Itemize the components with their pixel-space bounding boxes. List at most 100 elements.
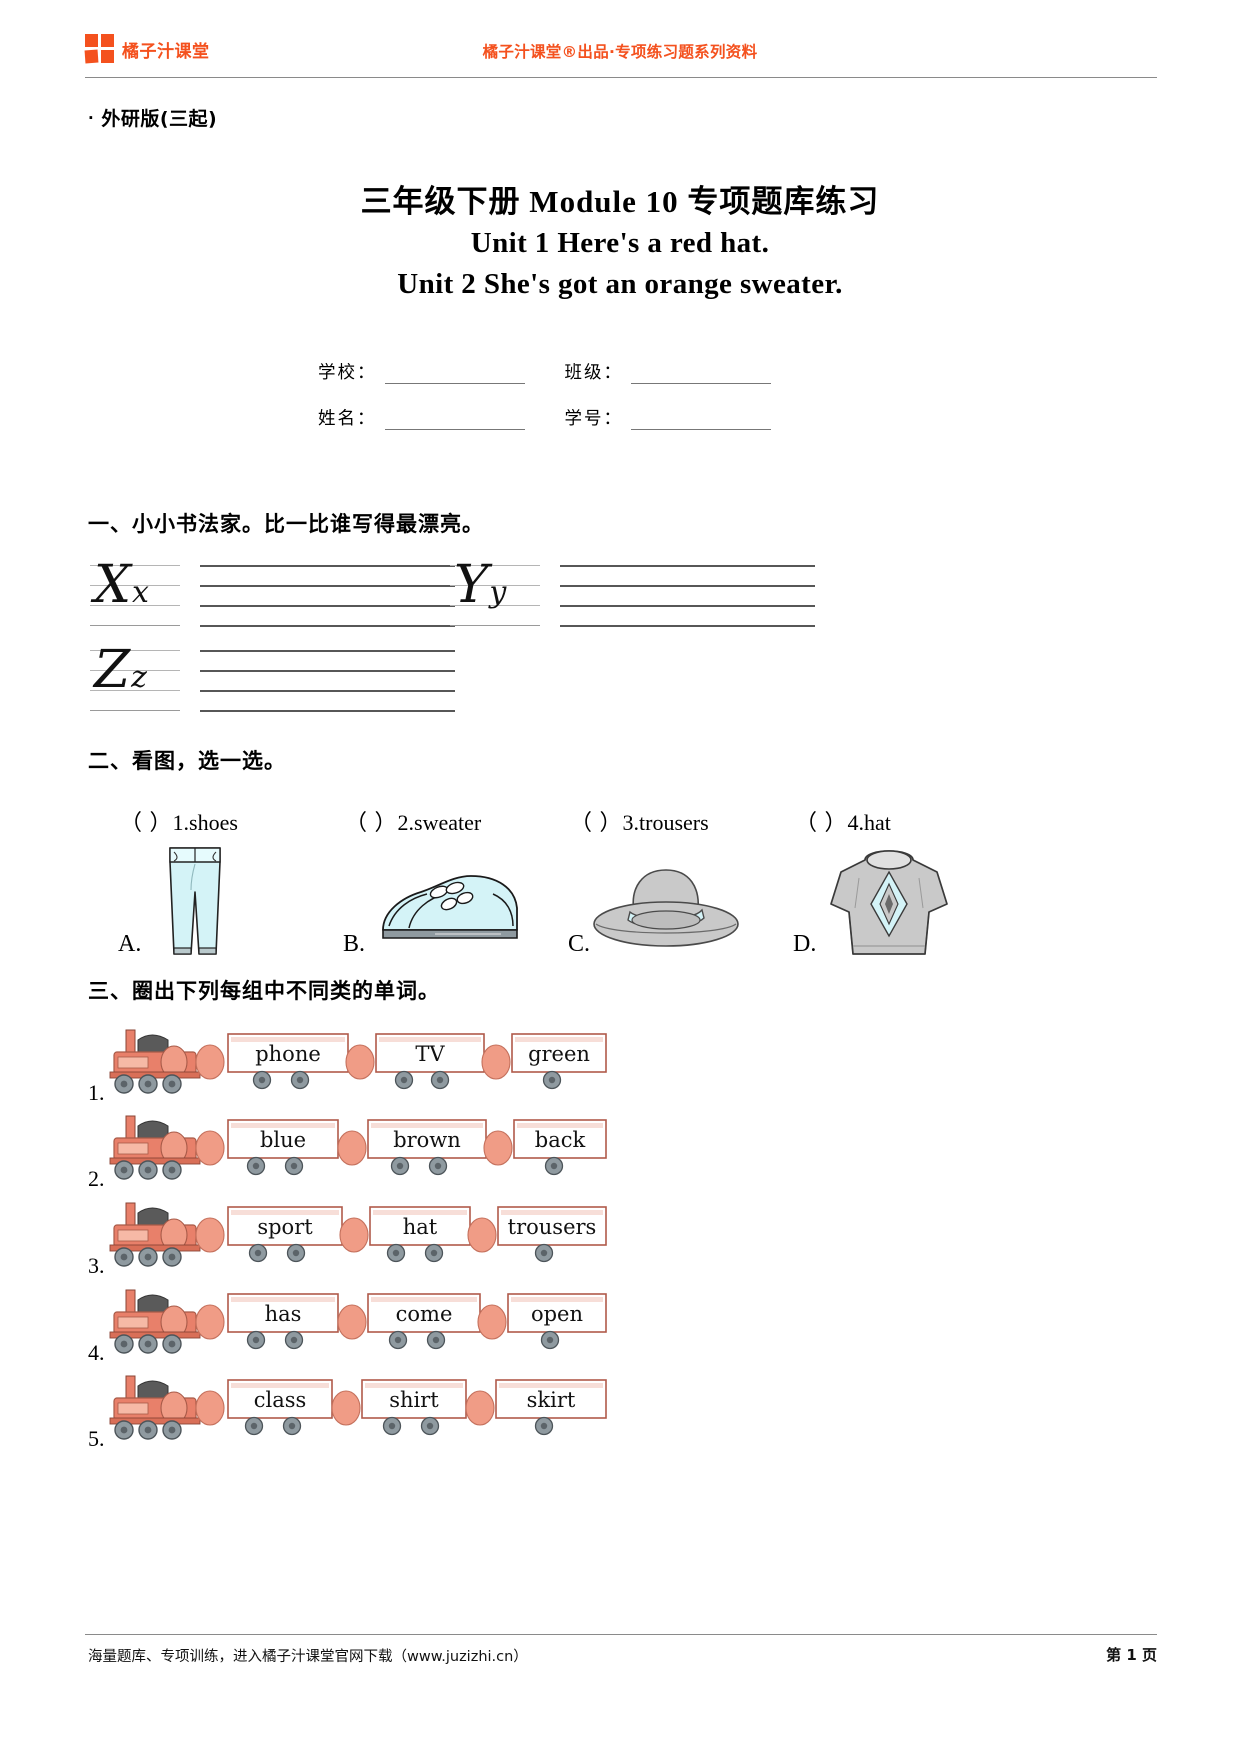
question-number: 4. bbox=[847, 810, 865, 835]
handwriting-guide-y: Yy bbox=[450, 559, 540, 627]
info-row-name-id: 姓名： 学号： bbox=[318, 404, 938, 430]
train-word: hat bbox=[403, 1215, 438, 1239]
question-number: 3. bbox=[622, 810, 640, 835]
page-title: 三年级下册 Module 10 专项题库练习 Unit 1 Here's a r… bbox=[0, 182, 1240, 305]
info-row-school-class: 学校： 班级： bbox=[318, 358, 938, 384]
train-row: 4. has come open bbox=[88, 1282, 648, 1368]
title-line-2: Unit 1 Here's a red hat. bbox=[470, 226, 770, 259]
edition-label: · 外研版(三起) bbox=[88, 104, 217, 131]
section-3-heading: 三、圈出下列每组中不同类的单词。 bbox=[88, 979, 440, 1003]
train-word: TV bbox=[415, 1042, 445, 1066]
answer-blank[interactable]: （ ） bbox=[345, 810, 398, 835]
train-icon: has come open bbox=[109, 1289, 607, 1354]
title-line-3: Unit 2 She's got an orange sweater. bbox=[397, 268, 843, 301]
train-word: open bbox=[531, 1302, 583, 1326]
bullet-icon: · bbox=[88, 109, 95, 127]
picture-label-b: B. bbox=[343, 931, 366, 957]
question-item[interactable]: （ ）2.sweater bbox=[345, 805, 570, 837]
letter-glyph-z: Zz bbox=[94, 640, 148, 700]
class-input[interactable] bbox=[631, 364, 771, 384]
question-item[interactable]: （ ）4.hat bbox=[795, 805, 1020, 837]
locomotive bbox=[109, 1115, 225, 1180]
answer-blank[interactable]: （ ） bbox=[120, 810, 173, 835]
locomotive bbox=[109, 1289, 225, 1354]
train-row-number: 3. bbox=[88, 1253, 105, 1278]
locomotive bbox=[109, 1375, 225, 1440]
locomotive bbox=[109, 1029, 225, 1094]
school-input[interactable] bbox=[384, 364, 525, 384]
sweater-icon bbox=[830, 850, 948, 955]
section-2-question-row: （ ）1.shoes （ ）2.sweater （ ）3.trousers （ … bbox=[120, 805, 1140, 837]
class-label: 班级： bbox=[564, 363, 623, 383]
train-icon: phone TV green bbox=[109, 1029, 607, 1094]
train-row-number: 1. bbox=[88, 1080, 105, 1105]
page-header: 橘子汁课堂 橘子汁课堂®出品·专项练习题系列资料 bbox=[84, 30, 1155, 82]
picture-option-d[interactable]: D. bbox=[785, 840, 1010, 960]
edition-text: 外研版(三起) bbox=[101, 108, 218, 130]
header-tagline: 橘子汁课堂®出品·专项练习题系列资料 bbox=[482, 43, 758, 61]
question-word: trousers bbox=[639, 810, 709, 835]
student-id-input[interactable] bbox=[631, 410, 771, 430]
train-word: phone bbox=[255, 1042, 321, 1066]
train-icon: sport hat trousers bbox=[109, 1202, 607, 1267]
train-word: green bbox=[528, 1042, 590, 1066]
section-1-heading: 一、小小书法家。比一比谁写得最漂亮。 bbox=[88, 512, 484, 536]
section-2-heading: 二、看图，选一选。 bbox=[88, 749, 286, 773]
handwriting-lines-x[interactable] bbox=[200, 565, 455, 627]
handwriting-guide-z: Zz bbox=[90, 644, 180, 712]
school-label: 学校： bbox=[318, 363, 377, 383]
answer-blank[interactable]: （ ） bbox=[570, 810, 623, 835]
train-row: 2. blue brown back bbox=[88, 1108, 648, 1194]
trousers-icon bbox=[169, 847, 221, 955]
shoe-icon bbox=[382, 875, 518, 939]
letter-glyph-x: Xx bbox=[94, 555, 150, 615]
locomotive bbox=[109, 1202, 225, 1267]
question-word: sweater bbox=[414, 810, 482, 835]
train-icon: class shirt skirt bbox=[109, 1375, 607, 1440]
footer-note: 海量题库、专项训练，进入橘子汁课堂官网下载（www.juzizhi.cn） bbox=[88, 1649, 528, 1665]
train-word: blue bbox=[260, 1128, 306, 1152]
train-word: skirt bbox=[527, 1388, 576, 1412]
train-word: trousers bbox=[508, 1215, 597, 1239]
train-word: class bbox=[254, 1388, 307, 1412]
train-word: shirt bbox=[389, 1388, 439, 1412]
student-id-label: 学号： bbox=[564, 409, 623, 429]
handwriting-guide-x: Xx bbox=[90, 559, 180, 627]
question-word: hat bbox=[864, 810, 891, 835]
train-row: 3. sport hat trousers bbox=[88, 1195, 648, 1281]
train-word: come bbox=[396, 1302, 453, 1326]
name-label: 姓名： bbox=[318, 409, 377, 429]
question-number: 2. bbox=[397, 810, 415, 835]
letter-glyph-y: Yy bbox=[454, 555, 508, 615]
handwriting-lines-z[interactable] bbox=[200, 650, 455, 712]
title-line-1: 三年级下册 Module 10 专项题库练习 bbox=[360, 184, 880, 219]
train-row-number: 4. bbox=[88, 1340, 105, 1365]
train-row-number: 5. bbox=[88, 1426, 105, 1451]
answer-blank[interactable]: （ ） bbox=[795, 810, 848, 835]
name-input[interactable] bbox=[384, 410, 525, 430]
student-info-block: 学校： 班级： 姓名： 学号： bbox=[318, 358, 938, 450]
picture-label-d: D. bbox=[793, 931, 817, 957]
question-number: 1. bbox=[172, 810, 190, 835]
question-item[interactable]: （ ）1.shoes bbox=[120, 805, 345, 837]
footer-divider bbox=[85, 1634, 1157, 1635]
train-row: 1. phone TV green bbox=[88, 1022, 648, 1108]
question-word: shoes bbox=[189, 810, 238, 835]
train-word: has bbox=[265, 1302, 302, 1326]
picture-option-c[interactable]: C. bbox=[560, 840, 785, 960]
train-word: sport bbox=[257, 1215, 313, 1239]
picture-label-a: A. bbox=[118, 931, 142, 957]
question-item[interactable]: （ ）3.trousers bbox=[570, 805, 795, 837]
section-2-picture-row: A. B. C. D. bbox=[110, 840, 1150, 960]
train-word: back bbox=[535, 1128, 586, 1152]
hat-icon bbox=[593, 869, 739, 947]
train-row-number: 2. bbox=[88, 1166, 105, 1191]
train-row: 5. class shirt skirt bbox=[88, 1368, 648, 1454]
page-number: 第 1 页 bbox=[1106, 1646, 1157, 1664]
train-word: brown bbox=[393, 1128, 461, 1152]
handwriting-lines-y[interactable] bbox=[560, 565, 815, 627]
header-divider bbox=[85, 77, 1157, 78]
train-icon: blue brown back bbox=[109, 1115, 607, 1180]
picture-option-a[interactable]: A. bbox=[110, 840, 335, 960]
picture-option-b[interactable]: B. bbox=[335, 840, 560, 960]
